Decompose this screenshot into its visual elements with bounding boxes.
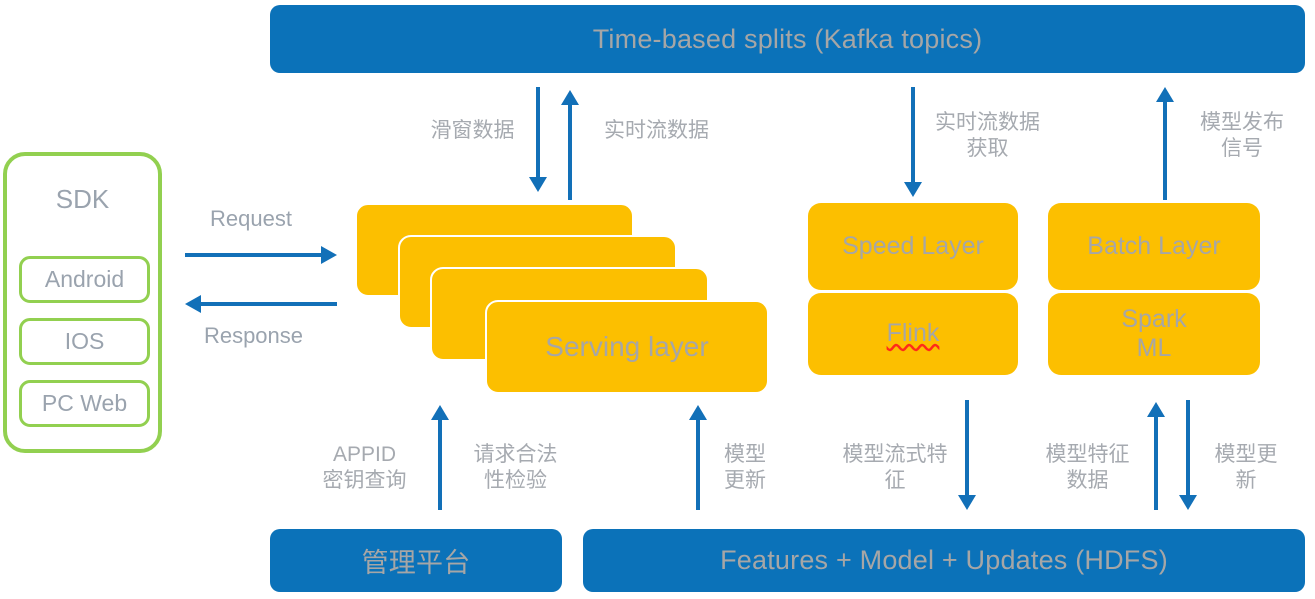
sliding-window-arrow — [528, 87, 548, 192]
model-feature-data-label: 模型特征 数据 — [1045, 443, 1130, 492]
response-arrow — [185, 294, 337, 314]
kafka-topics-banner: Time-based splits (Kafka topics) — [270, 5, 1305, 73]
model-stream-feature-arrow — [957, 400, 977, 510]
model-publish-signal-label: 模型发布 信号 — [1200, 111, 1284, 160]
sdk-panel: SDK Android IOS PC Web — [3, 152, 162, 453]
speed-layer-box: Speed Layer — [808, 203, 1018, 290]
request-legality-check-label: 请求合法 性检验 — [473, 443, 558, 492]
realtime-stream-label: 实时流数据 — [604, 119, 709, 142]
spark-ml-box: Spark ML — [1048, 293, 1260, 375]
sdk-item-android[interactable]: Android — [19, 256, 150, 303]
response-label: Response — [203, 323, 304, 348]
model-publish-signal-arrow — [1155, 87, 1175, 200]
serving-layer-card-1: Serving layer — [485, 300, 769, 394]
admin-platform-label: 管理平台 — [361, 548, 471, 578]
hdfs-storage-label: Features + Model + Updates (HDFS) — [720, 545, 1168, 575]
model-update-batch-label: 模型更 新 — [1214, 443, 1278, 492]
flink-box: Flink — [808, 293, 1018, 375]
sdk-item-pc-web[interactable]: PC Web — [19, 380, 150, 427]
admin-platform-bar: 管理平台 — [270, 529, 562, 592]
architecture-diagram: Time-based splits (Kafka topics) SDK And… — [0, 0, 1315, 599]
realtime-stream-fetch-arrow — [903, 87, 923, 197]
batch-layer-box: Batch Layer — [1048, 203, 1260, 290]
kafka-topics-banner-label: Time-based splits (Kafka topics) — [592, 23, 983, 54]
sdk-title: SDK — [55, 184, 110, 214]
legality-check-arrow — [430, 405, 450, 510]
realtime-stream-arrow — [560, 90, 580, 200]
model-stream-feature-label: 模型流式特 征 — [842, 443, 948, 492]
realtime-stream-fetch-label: 实时流数据 获取 — [935, 111, 1040, 160]
serving-layer-label: Serving layer — [545, 331, 709, 363]
model-update-serving-label: 模型 更新 — [724, 443, 766, 492]
speed-layer-label: Speed Layer — [842, 231, 984, 260]
sdk-item-android-label: Android — [44, 266, 125, 292]
appid-key-query-label: APPID 密钥查询 — [322, 443, 407, 492]
model-feature-data-arrow — [1146, 402, 1166, 510]
sdk-item-pc-web-label: PC Web — [41, 390, 128, 416]
hdfs-storage-bar: Features + Model + Updates (HDFS) — [583, 529, 1305, 592]
sliding-window-label: 滑窗数据 — [430, 119, 515, 142]
request-label: Request — [210, 206, 292, 231]
sdk-item-ios-label: IOS — [64, 328, 105, 354]
flink-label: Flink — [886, 319, 940, 348]
model-update-batch-arrow — [1178, 400, 1198, 510]
batch-layer-label: Batch Layer — [1087, 231, 1221, 260]
spark-ml-label: Spark ML — [1121, 304, 1187, 363]
request-arrow — [185, 245, 337, 265]
sdk-item-ios[interactable]: IOS — [19, 318, 150, 365]
model-update-serving-arrow — [688, 405, 708, 510]
